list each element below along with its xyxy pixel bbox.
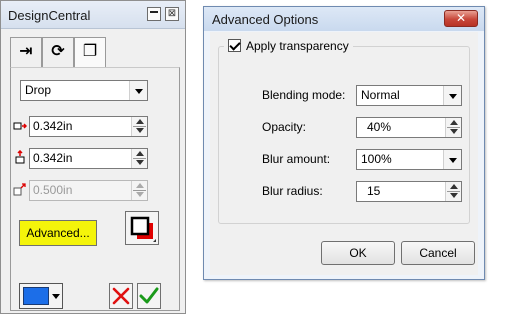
dialog-title: Advanced Options xyxy=(212,12,319,27)
cancel-button[interactable]: Cancel xyxy=(401,241,475,265)
blur-radius-value: 15 xyxy=(367,184,381,198)
dialog-titlebar[interactable]: Advanced Options ✕ xyxy=(204,7,484,31)
tab-position[interactable]: ⇥ xyxy=(10,37,42,67)
offset-x-icon xyxy=(13,122,27,130)
offset-x-field[interactable]: 0.342in xyxy=(29,116,148,137)
shadow-color-button[interactable] xyxy=(19,283,63,309)
advanced-options-dialog: Advanced Options ✕ Apply transparency Bl… xyxy=(203,6,485,280)
minimize-button[interactable] xyxy=(147,7,161,21)
shadow-tab-icon: ❐ xyxy=(82,43,98,60)
design-central-panel: DesignCentral ⊠ ⇥ ⟳ ❐ Drop 0.342in 0.342… xyxy=(0,0,186,314)
dialog-close-button[interactable]: ✕ xyxy=(444,10,478,27)
offset-y-value: 0.342in xyxy=(33,151,73,165)
blur-amount-label: Blur amount: xyxy=(262,152,331,166)
offset-y-spinner[interactable] xyxy=(131,149,147,168)
offset-y-field[interactable]: 0.342in xyxy=(29,148,148,169)
blur-amount-value: 100% xyxy=(361,152,392,166)
blur-radius-label: Blur radius: xyxy=(262,184,323,198)
blending-mode-label: Blending mode: xyxy=(262,88,346,102)
apply-transparency-checkbox[interactable]: Apply transparency xyxy=(224,38,353,54)
offset-x-value: 0.342in xyxy=(33,119,73,133)
advanced-button[interactable]: Advanced... xyxy=(19,220,97,246)
apply-shadow-button[interactable] xyxy=(137,283,161,309)
opacity-value: 40% xyxy=(367,120,392,134)
depth-value: 0.500in xyxy=(33,183,73,197)
blending-mode-select[interactable]: Normal xyxy=(356,85,462,106)
transparency-group: Apply transparency Blending mode: Normal… xyxy=(218,38,470,224)
depth-spinner xyxy=(131,181,147,200)
close-icon xyxy=(112,287,130,305)
ok-button[interactable]: OK xyxy=(321,241,395,265)
blending-mode-value: Normal xyxy=(361,88,400,102)
blur-radius-field[interactable]: 15 xyxy=(356,181,462,202)
panel-tabs: ⇥ ⟳ ❐ xyxy=(10,37,180,67)
move-icon: ⇥ xyxy=(19,43,33,60)
panel-close-button[interactable]: ⊠ xyxy=(165,7,179,21)
tab-shadow[interactable]: ❐ xyxy=(74,37,106,67)
opacity-field[interactable]: 40% xyxy=(356,117,462,138)
shadow-type-value: Drop xyxy=(25,83,52,97)
depth-field: 0.500in xyxy=(29,180,148,201)
chevron-down-icon[interactable] xyxy=(129,81,147,100)
shadow-tab-content: Drop 0.342in 0.342in 0.500in xyxy=(10,67,180,311)
chevron-down-icon[interactable] xyxy=(443,86,461,105)
rotate-icon: ⟳ xyxy=(51,43,65,60)
offset-x-spinner[interactable] xyxy=(131,117,147,136)
checkmark-icon xyxy=(139,287,159,304)
blur-radius-spinner[interactable] xyxy=(445,182,461,201)
opacity-label: Opacity: xyxy=(262,120,307,134)
cancel-shadow-button[interactable] xyxy=(109,283,133,309)
blur-amount-select[interactable]: 100% xyxy=(356,149,462,170)
chevron-down-icon[interactable] xyxy=(443,150,461,169)
tab-rotate[interactable]: ⟳ xyxy=(42,37,74,67)
depth-icon xyxy=(13,183,26,196)
apply-transparency-label: Apply transparency xyxy=(246,39,349,53)
checkbox-checked-icon[interactable] xyxy=(228,39,241,52)
panel-titlebar[interactable]: DesignCentral ⊠ xyxy=(1,1,185,29)
color-swatch xyxy=(23,287,49,305)
panel-title: DesignCentral xyxy=(8,8,91,23)
opacity-spinner[interactable] xyxy=(445,118,461,137)
shadow-toggle-button[interactable] xyxy=(125,211,159,245)
dialog-client-area: Apply transparency Blending mode: Normal… xyxy=(210,32,478,275)
shadow-icon xyxy=(130,216,156,242)
shadow-type-select[interactable]: Drop xyxy=(20,80,148,101)
offset-y-icon xyxy=(15,150,25,164)
